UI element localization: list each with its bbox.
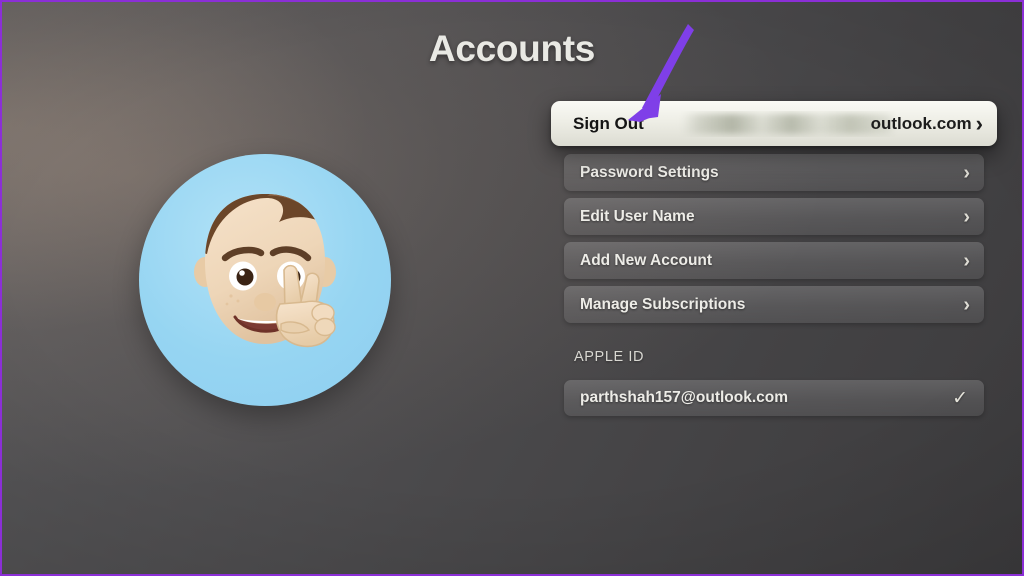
chevron-right-icon: › [963, 205, 970, 228]
apple-id-account-email: parthshah157@outlook.com [580, 389, 789, 406]
annotation-arrow-icon [628, 24, 694, 122]
page-title: Accounts [428, 28, 596, 69]
account-domain-text: outlook.com [870, 113, 972, 133]
sign-out-account-detail: outlook.com [674, 111, 976, 137]
menu-row-label: Password Settings [580, 163, 719, 181]
chevron-right-icon: › [975, 110, 983, 136]
menu-row-label: Manage Subscriptions [580, 295, 746, 313]
avatar-circle [139, 154, 391, 406]
menu-row-password-settings[interactable]: Password Settings › [564, 154, 984, 191]
avatar [139, 154, 391, 406]
apple-tv-accounts-screen: Accounts Sign Out outlook.com › Password… [0, 0, 1024, 576]
checkmark-icon: ✓ [952, 387, 968, 409]
chevron-right-icon: › [963, 249, 970, 272]
apple-id-account-row[interactable]: parthshah157@outlook.com ✓ [564, 380, 984, 416]
accounts-menu-list: Sign Out outlook.com › Password Settings… [551, 101, 997, 330]
menu-row-manage-subscriptions[interactable]: Manage Subscriptions › [564, 286, 984, 323]
chevron-right-icon: › [963, 161, 970, 184]
apple-id-section-label: APPLE ID [574, 349, 645, 365]
menu-row-label: Edit User Name [580, 207, 695, 225]
chevron-right-icon: › [963, 293, 970, 316]
memoji-icon [194, 194, 336, 348]
menu-row-label: Add New Account [580, 251, 713, 269]
menu-row-add-new-account[interactable]: Add New Account › [564, 242, 984, 279]
menu-row-edit-user-name[interactable]: Edit User Name › [564, 198, 984, 235]
